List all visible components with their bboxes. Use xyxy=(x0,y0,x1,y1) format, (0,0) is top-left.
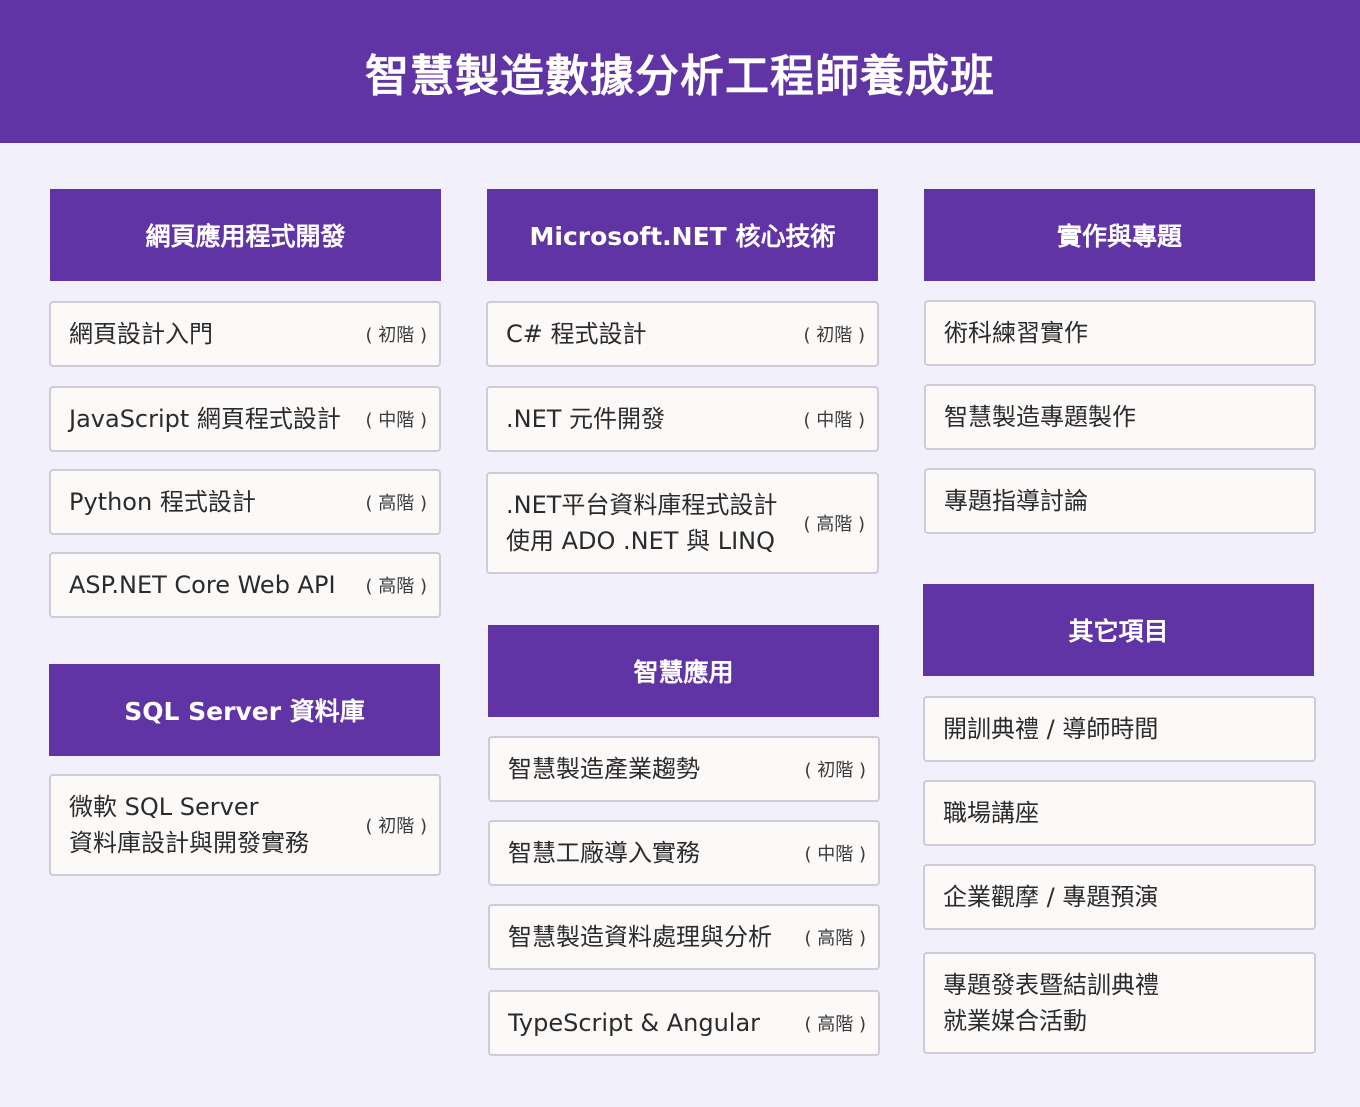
course-item: 術科練習實作 xyxy=(924,300,1316,366)
course-level: ( 中階 ) xyxy=(804,844,867,865)
section-title: Microsoft.NET 核心技術 xyxy=(529,222,836,251)
course-title: TypeScript & Angular xyxy=(508,1009,761,1037)
course-title: Python 程式設計 xyxy=(69,488,256,516)
course-item: 微軟 SQL Server 資料庫設計與開發實務 ( 初階 ) xyxy=(49,774,441,876)
section-title: SQL Server 資料庫 xyxy=(124,697,365,726)
course-title: 網頁設計入門 xyxy=(69,320,213,348)
course-item: .NET 元件開發 ( 中階 ) xyxy=(486,386,879,452)
course-item: 職場講座 xyxy=(923,780,1316,846)
course-item: 智慧製造資料處理與分析 ( 高階 ) xyxy=(488,904,880,970)
course-title: 開訓典禮 / 導師時間 xyxy=(943,715,1159,743)
course-title: 專題發表暨結訓典禮 就業媒合活動 xyxy=(943,971,1159,1035)
course-item: Python 程式設計 ( 高階 ) xyxy=(49,469,441,535)
course-level: ( 中階 ) xyxy=(365,410,428,431)
course-title: 智慧製造專題製作 xyxy=(944,403,1136,431)
course-item: ASP.NET Core Web API ( 高階 ) xyxy=(49,552,441,618)
section-title: 網頁應用程式開發 xyxy=(145,222,346,251)
section-header-web-dev: 網頁應用程式開發 xyxy=(50,189,441,281)
section-header-projects: 實作與專題 xyxy=(924,189,1315,281)
course-item: JavaScript 網頁程式設計 ( 中階 ) xyxy=(49,386,441,452)
course-title: 術科練習實作 xyxy=(944,319,1088,347)
course-item: .NET平台資料庫程式設計 使用 ADO .NET 與 LINQ ( 高階 ) xyxy=(486,472,879,574)
course-item: 智慧製造專題製作 xyxy=(924,384,1316,450)
section-title: 其它項目 xyxy=(1068,617,1169,646)
course-title: 微軟 SQL Server 資料庫設計與開發實務 xyxy=(69,793,309,857)
course-level: ( 初階 ) xyxy=(803,325,866,346)
course-title: 企業觀摩 / 專題預演 xyxy=(943,883,1159,911)
course-title: .NET 元件開發 xyxy=(506,405,666,433)
course-item: TypeScript & Angular ( 高階 ) xyxy=(488,990,880,1056)
course-title: 專題指導討論 xyxy=(944,487,1088,515)
course-item: 專題發表暨結訓典禮 就業媒合活動 xyxy=(923,952,1316,1054)
course-title: ASP.NET Core Web API xyxy=(69,571,336,599)
course-item: C# 程式設計 ( 初階 ) xyxy=(486,301,879,367)
course-item: 網頁設計入門 ( 初階 ) xyxy=(49,301,441,367)
course-title: JavaScript 網頁程式設計 xyxy=(69,405,341,433)
course-level: ( 初階 ) xyxy=(804,760,867,781)
course-title: 智慧製造產業趨勢 xyxy=(508,755,700,783)
course-item: 智慧工廠導入實務 ( 中階 ) xyxy=(488,820,880,886)
section-header-other: 其它項目 xyxy=(923,584,1314,676)
title-banner: 智慧製造數據分析工程師養成班 xyxy=(0,0,1360,143)
course-level: ( 高階 ) xyxy=(804,1014,867,1035)
course-level: ( 高階 ) xyxy=(803,514,866,535)
course-item: 專題指導討論 xyxy=(924,468,1316,534)
course-title: .NET平台資料庫程式設計 使用 ADO .NET 與 LINQ xyxy=(506,491,778,555)
section-header-dotnet-core: Microsoft.NET 核心技術 xyxy=(487,189,878,281)
section-header-smart-apps: 智慧應用 xyxy=(488,625,879,717)
course-level: ( 高階 ) xyxy=(365,493,428,514)
section-title: 實作與專題 xyxy=(1056,222,1182,251)
course-item: 智慧製造產業趨勢 ( 初階 ) xyxy=(488,736,880,802)
course-title: 智慧工廠導入實務 xyxy=(508,839,700,867)
course-title: 職場講座 xyxy=(943,799,1039,827)
section-header-sql-server: SQL Server 資料庫 xyxy=(49,664,440,756)
course-level: ( 中階 ) xyxy=(803,410,866,431)
course-level: ( 初階 ) xyxy=(365,325,428,346)
course-item: 企業觀摩 / 專題預演 xyxy=(923,864,1316,930)
course-level: ( 高階 ) xyxy=(365,576,428,597)
course-level: ( 初階 ) xyxy=(365,816,428,837)
page-title: 智慧製造數據分析工程師養成班 xyxy=(365,50,995,102)
course-title: 智慧製造資料處理與分析 xyxy=(508,923,772,951)
course-title: C# 程式設計 xyxy=(506,320,647,348)
course-item: 開訓典禮 / 導師時間 xyxy=(923,696,1316,762)
section-title: 智慧應用 xyxy=(633,658,734,687)
course-level: ( 高階 ) xyxy=(804,928,867,949)
